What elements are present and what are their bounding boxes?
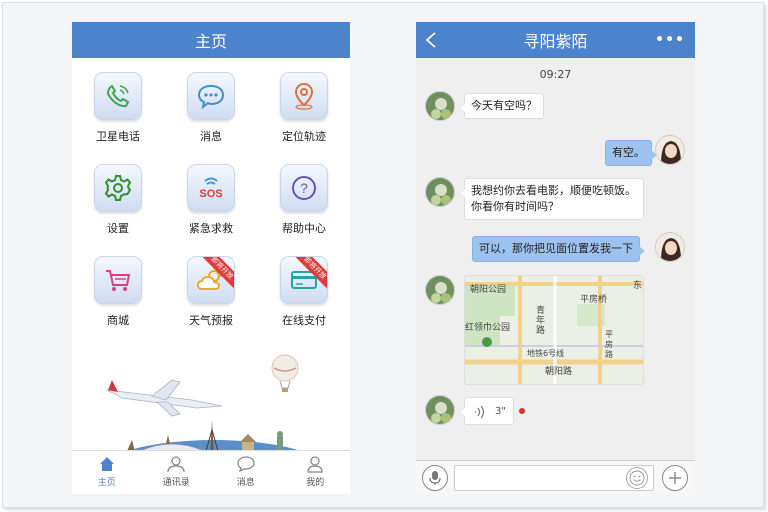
chat-screen: 寻阳紫陌 ••• 09:27 今天有空吗？ 有空。 我想约你去看电影，顺便吃顿饭… [416, 22, 695, 494]
home-title-bar: 主页 [72, 22, 350, 58]
nav-messages[interactable]: 消息 [211, 451, 281, 494]
grid-item-satellite-phone[interactable]: 卫星电话 [83, 72, 153, 156]
message-timestamp: 09:27 [539, 68, 572, 81]
grid-item-label: 定位轨迹 [282, 130, 326, 143]
contact-name: 寻阳紫陌 [523, 32, 588, 51]
map-label: 红领巾公园 [465, 323, 511, 333]
more-options-icon[interactable]: ••• [655, 32, 685, 48]
grid-item-weather[interactable]: 即将开放 天气预报 [176, 256, 246, 340]
voice-wave-icon [475, 405, 485, 419]
grid-item-label: 商城 [107, 314, 129, 327]
grid-item-label: 帮助中心 [282, 222, 326, 235]
contact-avatar[interactable] [425, 395, 455, 425]
incoming-message-bubble: 我想约你去看电影，顺便吃顿饭。你看你有时间吗？ [459, 178, 644, 220]
map-label: 平房路 [605, 330, 613, 359]
bottom-nav: 主页 通讯录 消息 我的 [72, 450, 350, 494]
page-title: 主页 [194, 32, 227, 51]
location-pin-icon [280, 72, 328, 120]
card-icon: 即将开放 [280, 256, 328, 304]
user-avatar[interactable] [655, 135, 685, 165]
outgoing-message-bubble: 有空。 [605, 140, 657, 166]
messages-icon [237, 456, 255, 473]
nav-profile[interactable]: 我的 [281, 451, 351, 494]
grid-item-label: 紧急求救 [189, 222, 233, 235]
home-screen: 主页 卫星电话 消息 定位轨迹 设置 SOS 紧急求救 ? 帮助中心 商城 即将… [72, 22, 350, 494]
grid-item-label: 消息 [200, 130, 222, 143]
plus-icon [669, 472, 681, 484]
nav-label: 主页 [97, 478, 116, 488]
contact-avatar[interactable] [425, 177, 455, 207]
sos-icon: SOS [187, 164, 235, 212]
incoming-message-bubble: 今天有空吗？ [459, 93, 544, 119]
grid-item-online-payment[interactable]: 即将开放 在线支付 [269, 256, 339, 340]
cart-icon [94, 256, 142, 304]
grid-item-mall[interactable]: 商城 [83, 256, 153, 340]
grid-item-settings[interactable]: 设置 [83, 164, 153, 248]
voice-message-bubble[interactable]: 3" [459, 397, 514, 425]
grid-item-location-track[interactable]: 定位轨迹 [269, 72, 339, 156]
home-icon [99, 457, 114, 471]
add-attachment-button[interactable] [662, 465, 688, 491]
gear-icon [94, 164, 142, 212]
svg-text:?: ? [300, 180, 308, 196]
nav-label: 消息 [236, 478, 255, 488]
unread-dot [519, 408, 525, 414]
grid-item-help-center[interactable]: ? 帮助中心 [269, 164, 339, 248]
map-label: 东 [633, 281, 643, 291]
back-arrow-icon[interactable] [424, 31, 438, 49]
map-label: 朝阳公园 [470, 285, 507, 295]
grid-item-label: 天气预报 [189, 314, 233, 327]
microphone-icon [429, 471, 441, 485]
voice-input-button[interactable] [422, 465, 448, 491]
nav-home[interactable]: 主页 [72, 451, 142, 494]
grid-item-label: 在线支付 [282, 314, 326, 327]
chat-bubble-icon [187, 72, 235, 120]
nav-label: 我的 [306, 478, 325, 488]
contacts-icon [167, 456, 185, 473]
location-map-message[interactable]: 朝阳公园 平房桥 青年路 红领巾公园 平房路 地铁6号线 朝阳路 东 [464, 275, 644, 385]
svg-text:SOS: SOS [199, 188, 222, 200]
message-input[interactable] [454, 465, 654, 491]
grid-item-label: 设置 [107, 222, 129, 235]
map-label: 平房桥 [580, 295, 608, 305]
voice-duration: 3" [495, 406, 506, 417]
nav-contacts[interactable]: 通讯录 [142, 451, 212, 494]
grid-item-messages[interactable]: 消息 [176, 72, 246, 156]
map-label: 地铁6号线 [527, 349, 565, 358]
smiley-icon [629, 470, 645, 486]
map-label: 朝阳路 [545, 367, 573, 377]
chat-input-bar [416, 460, 695, 494]
user-avatar[interactable] [655, 232, 685, 262]
contact-avatar[interactable] [425, 91, 455, 121]
profile-icon [307, 456, 323, 473]
grid-item-sos[interactable]: SOS 紧急求救 [176, 164, 246, 248]
question-icon: ? [280, 164, 328, 212]
nav-label: 通讯录 [162, 478, 190, 488]
weather-icon: 即将开放 [187, 256, 235, 304]
phone-icon [94, 72, 142, 120]
contact-avatar[interactable] [425, 275, 455, 305]
grid-item-label: 卫星电话 [96, 130, 140, 143]
emoji-button[interactable] [626, 467, 648, 489]
chat-title-bar: 寻阳紫陌 ••• [416, 22, 695, 58]
outgoing-message-bubble: 可以，那你把见面位置发我一下 [472, 236, 645, 262]
map-label: 青年路 [536, 306, 546, 336]
